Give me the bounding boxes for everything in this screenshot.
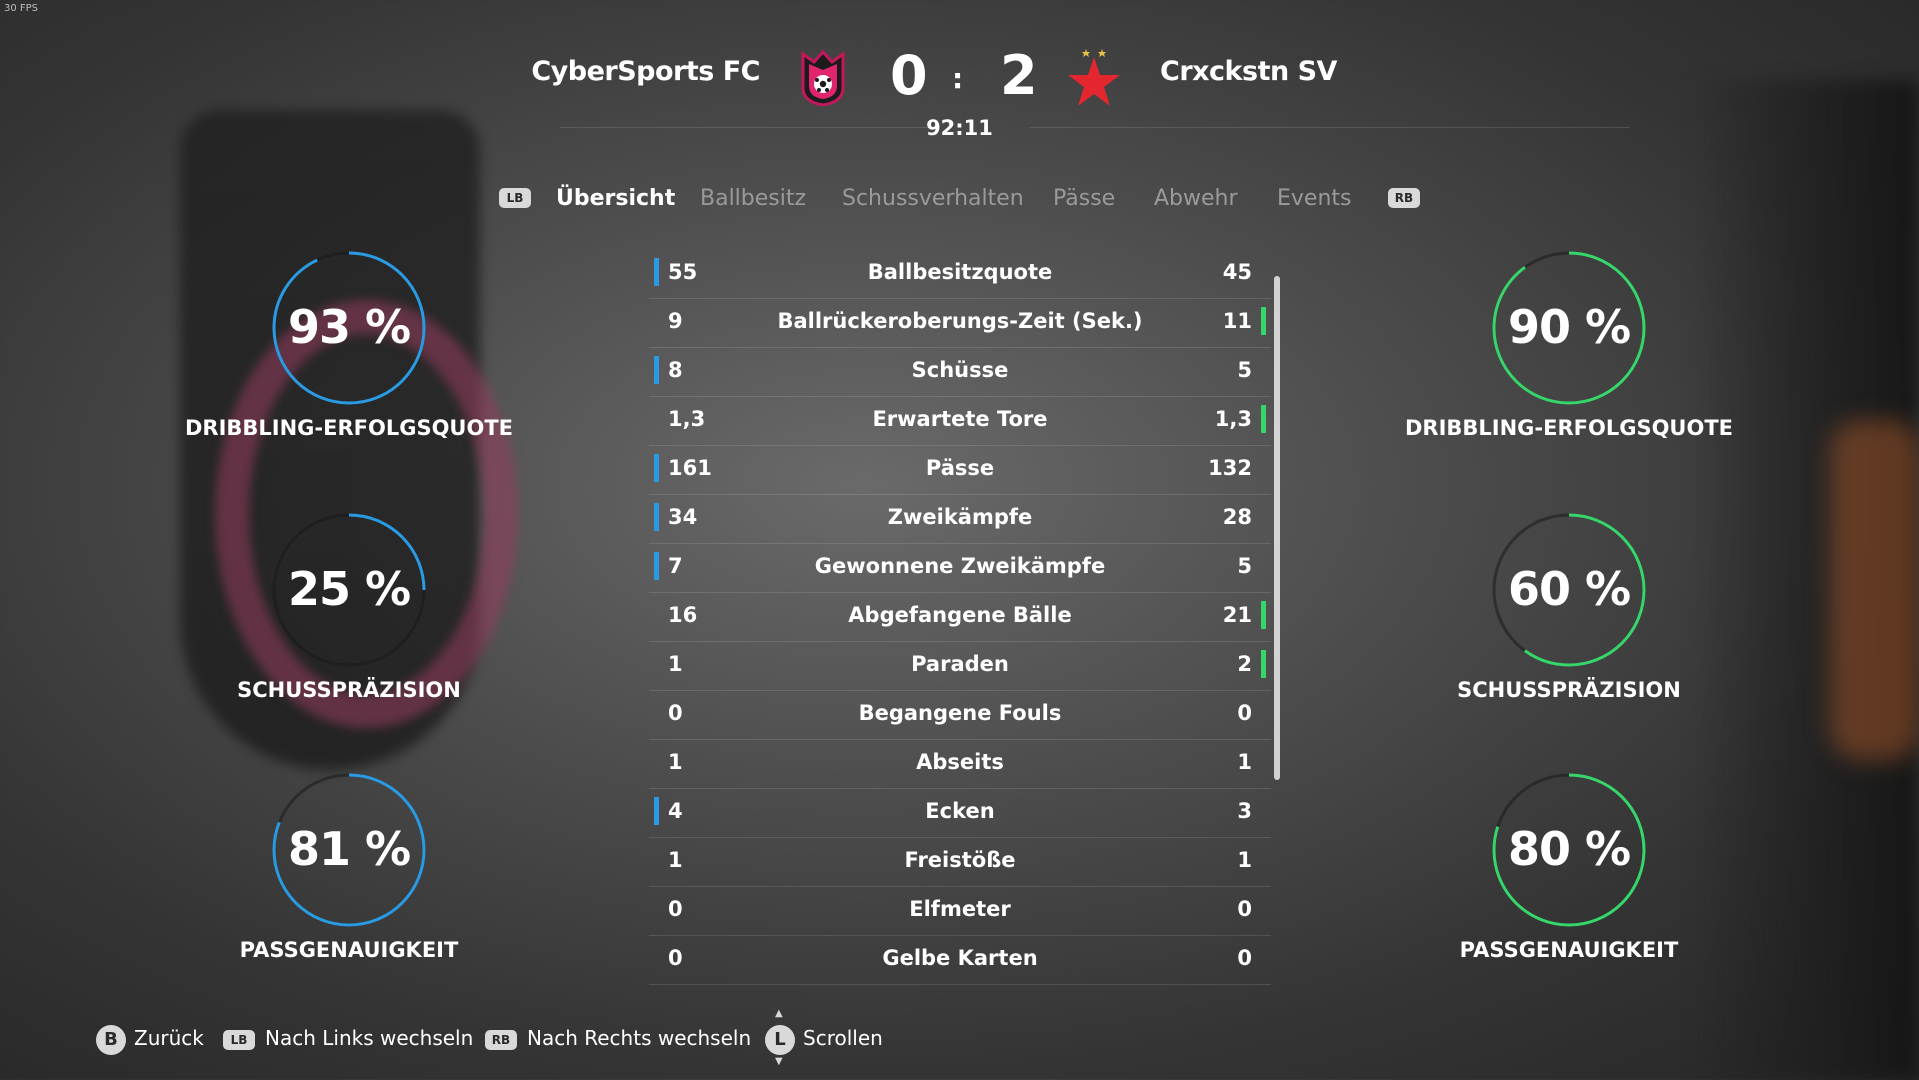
button-hints: B Zurück LB Nach Links wechseln RB Nach … (0, 1008, 1919, 1067)
l-stick-icon[interactable]: L (765, 1025, 795, 1055)
tab-abwehr[interactable]: Abwehr (1154, 186, 1238, 211)
scroll-hint[interactable]: Scrollen (803, 1026, 883, 1050)
stat-row: 16 Abgefangene Bälle 21 (649, 593, 1271, 642)
stick-up-arrow-icon: ▲ (775, 1008, 783, 1019)
away-value: 1,3 (1214, 407, 1252, 431)
away-value: 5 (1237, 358, 1252, 382)
home-ring-value: 93 % (287, 300, 411, 354)
home-ring-label: PASSGENAUIGKEIT (239, 938, 459, 962)
stat-name: Ballbesitzquote (867, 260, 1053, 284)
tab-events[interactable]: Events (1277, 186, 1352, 211)
away-value: 2 (1237, 652, 1252, 676)
back-hint[interactable]: Zurück (134, 1026, 204, 1050)
away-value: 0 (1237, 701, 1252, 725)
tab-bar: LB Übersicht Ballbesitz Schussverhalten … (0, 186, 1919, 216)
rb-hint-icon[interactable]: RB (485, 1030, 517, 1050)
stat-name: Paraden (911, 652, 1009, 676)
away-value: 21 (1222, 603, 1252, 627)
stat-row: 1 Paraden 2 (649, 642, 1271, 691)
header-divider-left (560, 127, 930, 128)
rb-button-icon[interactable]: RB (1388, 188, 1420, 208)
stat-row: 1,3 Erwartete Tore 1,3 (649, 397, 1271, 446)
stat-name: Zweikämpfe (887, 505, 1033, 529)
away-value: 1 (1237, 848, 1252, 872)
away-ring-2: 80 % (1489, 770, 1649, 930)
home-team-name: CyberSports FC (531, 56, 760, 87)
away-value: 0 (1237, 897, 1252, 921)
away-value: 0 (1237, 946, 1252, 970)
away-ring-value: 60 % (1507, 562, 1631, 616)
home-ring-label: SCHUSSPRÄZISION (237, 678, 461, 702)
header-divider-right (1030, 127, 1630, 128)
home-ring-2: 81 % (269, 770, 429, 930)
away-ring-label: SCHUSSPRÄZISION (1457, 678, 1681, 702)
switch-right-hint[interactable]: Nach Rechts wechseln (527, 1026, 751, 1050)
away-ring-value: 90 % (1507, 300, 1631, 354)
stat-row: 8 Schüsse 5 (649, 348, 1271, 397)
stat-row: 1 Abseits 1 (649, 740, 1271, 789)
away-value: 1 (1237, 750, 1252, 774)
away-value: 45 (1222, 260, 1252, 284)
home-ring-label: DRIBBLING-ERFOLGSQUOTE (184, 416, 514, 440)
stats-scrollbar[interactable] (1274, 276, 1280, 780)
score-separator: : (952, 62, 964, 95)
stat-name: Gelbe Karten (882, 946, 1038, 970)
stat-row: 0 Elfmeter 0 (649, 887, 1271, 936)
lb-hint-icon[interactable]: LB (223, 1030, 255, 1050)
away-crest-icon (1068, 49, 1120, 106)
tab-schussverhalten[interactable]: Schussverhalten (842, 186, 1024, 211)
lb-button-icon[interactable]: LB (499, 188, 531, 208)
away-score: 2 (1000, 44, 1038, 107)
stat-name: Schüsse (911, 358, 1009, 382)
background-figure (1690, 80, 1919, 1080)
stat-name: Erwartete Tore (872, 407, 1048, 431)
stat-name: Elfmeter (909, 897, 1011, 921)
away-value: 5 (1237, 554, 1252, 578)
stat-row: 0 Gelbe Karten 0 (649, 936, 1271, 985)
home-ring-0: 93 % (269, 248, 429, 408)
stat-name: Gewonnene Zweikämpfe (814, 554, 1106, 578)
switch-left-hint[interactable]: Nach Links wechseln (265, 1026, 473, 1050)
home-score: 0 (890, 44, 928, 107)
home-crest-icon (801, 50, 845, 106)
away-ring-0: 90 % (1489, 248, 1649, 408)
fps-counter: 30 FPS (4, 3, 39, 14)
stat-row: 34 Zweikämpfe 28 (649, 495, 1271, 544)
stat-row: 7 Gewonnene Zweikämpfe 5 (649, 544, 1271, 593)
stick-down-arrow-icon: ▼ (775, 1056, 783, 1067)
away-value: 3 (1237, 799, 1252, 823)
stat-row: 1 Freistöße 1 (649, 838, 1271, 887)
stat-row: 0 Begangene Fouls 0 (649, 691, 1271, 740)
b-button-icon[interactable]: B (96, 1025, 126, 1055)
away-ring-label: DRIBBLING-ERFOLGSQUOTE (1404, 416, 1734, 440)
away-ring-label: PASSGENAUIGKEIT (1459, 938, 1679, 962)
tab-paesse[interactable]: Pässe (1053, 186, 1115, 211)
away-value: 11 (1222, 309, 1252, 333)
away-value: 132 (1208, 456, 1252, 480)
away-ring-1: 60 % (1489, 510, 1649, 670)
tab-ballbesitz[interactable]: Ballbesitz (700, 186, 806, 211)
stat-row: 55 Ballbesitzquote 45 (649, 250, 1271, 299)
home-ring-1: 25 % (269, 510, 429, 670)
away-value: 28 (1222, 505, 1252, 529)
stat-row: 161 Pässe 132 (649, 446, 1271, 495)
tab-uebersicht[interactable]: Übersicht (556, 186, 675, 211)
stat-row: 4 Ecken 3 (649, 789, 1271, 838)
stat-name: Pässe (925, 456, 995, 480)
background-vest (1830, 420, 1919, 760)
away-ring-value: 80 % (1507, 822, 1631, 876)
match-clock: 92:11 (926, 116, 993, 140)
stat-name: Begangene Fouls (858, 701, 1062, 725)
home-ring-value: 81 % (287, 822, 411, 876)
stat-name: Abseits (916, 750, 1004, 774)
home-ring-value: 25 % (287, 562, 411, 616)
stat-name: Ballrückeroberungs-Zeit (Sek.) (777, 309, 1143, 333)
stat-name: Abgefangene Bälle (848, 603, 1072, 627)
stat-name: Ecken (925, 799, 995, 823)
stat-name: Freistöße (904, 848, 1016, 872)
away-team-name: Crxckstn SV (1160, 56, 1337, 87)
stat-row: 9 Ballrückeroberungs-Zeit (Sek.) 11 (649, 299, 1271, 348)
